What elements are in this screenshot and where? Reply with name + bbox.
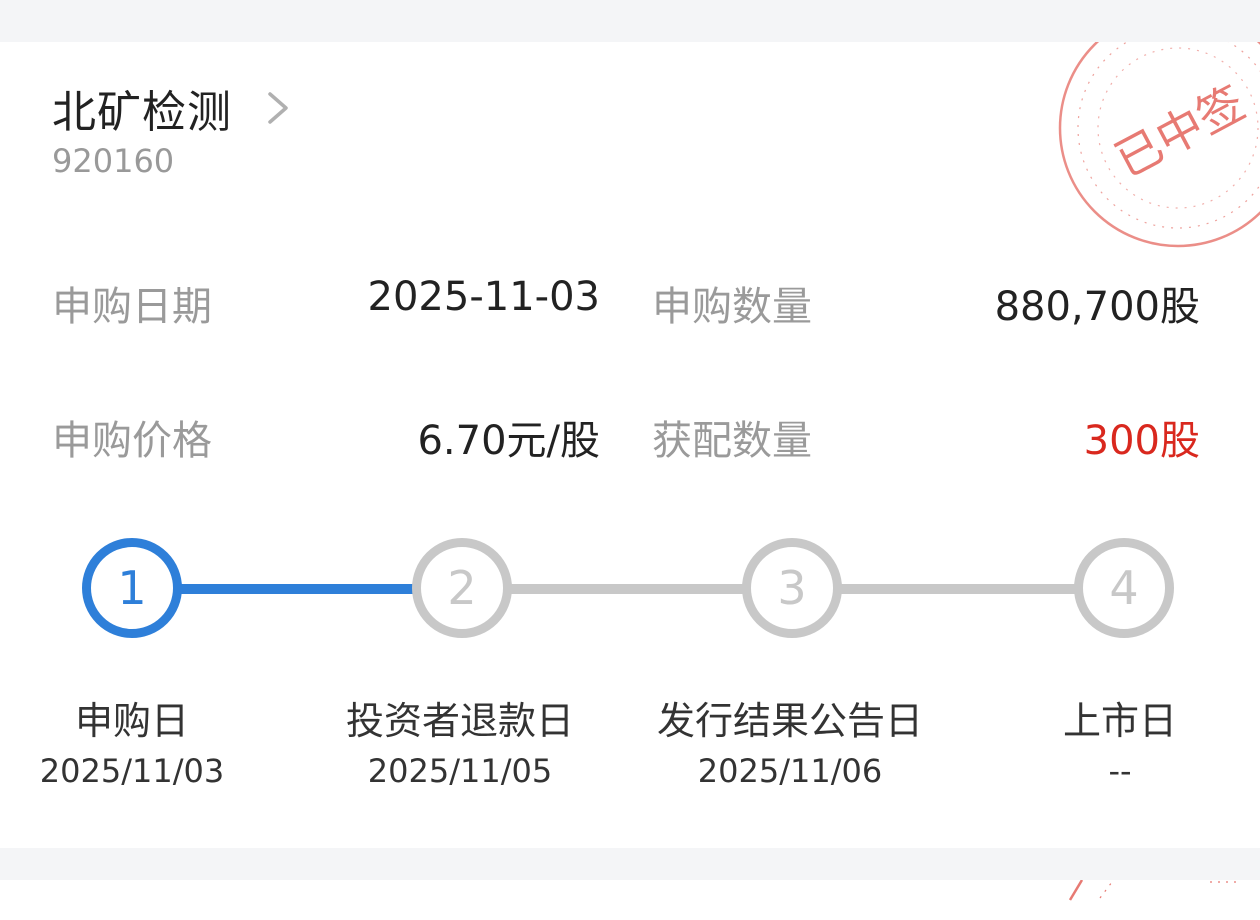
stamp-text: 已中签 — [1106, 75, 1253, 187]
step-circle-1: 1 — [82, 538, 182, 638]
step-date-2: 2025/11/05 — [367, 752, 553, 790]
subscribe-date-value: 2025-11-03 — [367, 274, 600, 320]
step-connector-1 — [180, 584, 420, 594]
step-circle-2: 2 — [412, 538, 512, 638]
subscribe-qty-label: 申购数量 — [652, 284, 812, 330]
allotted-qty-value: 300股 — [1083, 418, 1200, 464]
subscribe-date-label: 申购日期 — [52, 284, 212, 330]
step-label-3: 发行结果公告日 — [656, 699, 923, 743]
allotted-qty-label: 获配数量 — [652, 418, 812, 464]
chevron-right-icon — [268, 92, 288, 124]
subscribe-price-label: 申购价格 — [52, 418, 212, 464]
stock-name-link[interactable]: 北矿检测 — [52, 76, 290, 140]
step-circle-4: 4 — [1074, 538, 1174, 638]
stock-name: 北矿检测 — [52, 87, 232, 138]
allotted-stamp: 已中签 — [1058, 42, 1260, 248]
progress-steps: 1 2 3 4 — [0, 532, 1260, 642]
next-stamp-edge — [1068, 880, 1240, 901]
subscribe-qty-value: 880,700股 — [994, 284, 1200, 330]
ipo-card[interactable]: 已中签 北矿检测 920160 申购日期 2025-11-03 申购数量 880… — [0, 42, 1260, 848]
step-connector-2 — [510, 584, 750, 594]
stock-code: 920160 — [52, 142, 175, 180]
step-date-1: 2025/11/03 — [39, 752, 225, 790]
step-label-1: 申购日 — [74, 699, 189, 743]
step-connector-3 — [840, 584, 1080, 594]
subscribe-price-value: 6.70元/股 — [417, 418, 600, 464]
next-ipo-card[interactable] — [0, 880, 1260, 920]
step-date-4: -- — [1108, 752, 1132, 790]
step-label-2: 投资者退款日 — [345, 699, 574, 743]
step-circle-3: 3 — [742, 538, 842, 638]
step-date-3: 2025/11/06 — [697, 752, 883, 790]
step-label-4: 上市日 — [1062, 699, 1177, 743]
